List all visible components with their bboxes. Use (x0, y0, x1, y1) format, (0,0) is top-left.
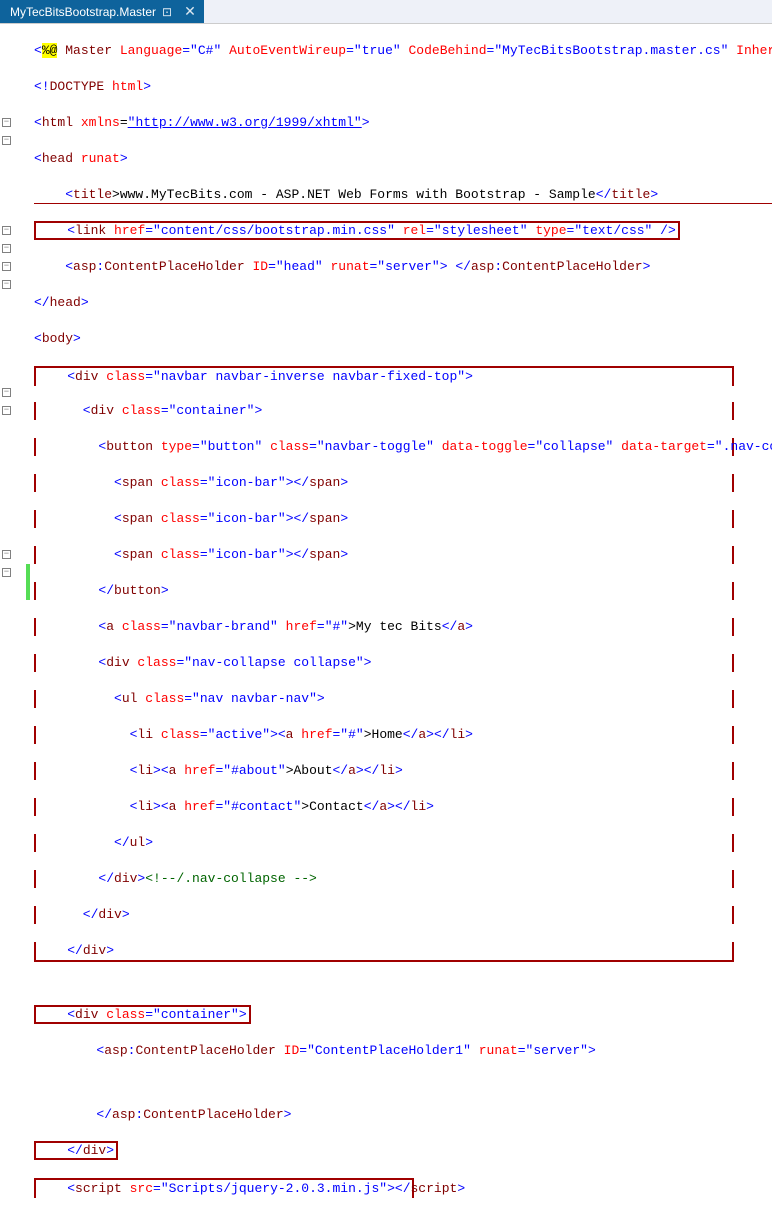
code-line: <body> (34, 330, 772, 348)
fold-toggle[interactable]: − (2, 568, 11, 577)
fold-toggle[interactable]: − (2, 262, 11, 271)
highlight-box: <div class="navbar navbar-inverse navbar… (34, 366, 734, 386)
code-line: <script src="Scripts/jquery-2.0.3.min.js… (34, 1178, 772, 1196)
fold-toggle[interactable]: − (2, 226, 11, 235)
code-line: <div class="nav-collapse collapse"> (34, 654, 772, 672)
fold-toggle[interactable]: − (2, 406, 11, 415)
highlight-box: <div class="container"> (34, 1005, 251, 1024)
code-line: <!DOCTYPE html> (34, 78, 772, 96)
pin-icon[interactable]: ⊡ (162, 5, 172, 19)
code-line: <li><a href="#contact">Contact</a></li> (34, 798, 772, 816)
code-line (34, 1078, 772, 1088)
code-line: <%@ Master Language="C#" AutoEventWireup… (34, 42, 772, 60)
code-line: <div class="navbar navbar-inverse navbar… (34, 366, 772, 384)
highlight-box: <link href="content/css/bootstrap.min.cs… (34, 221, 680, 240)
code-line: </div> (34, 906, 772, 924)
tab-title: MyTecBitsBootstrap.Master (10, 5, 156, 19)
fold-toggle[interactable]: − (2, 550, 11, 559)
code-line: <a class="navbar-brand" href="#">My tec … (34, 618, 772, 636)
code-line: <link href="content/css/bootstrap.min.cs… (34, 222, 772, 240)
fold-toggle[interactable]: − (2, 388, 11, 397)
code-line: <li><a href="#about">About</a></li> (34, 762, 772, 780)
fold-toggle[interactable]: − (2, 118, 11, 127)
code-line: <title>www.MyTecBits.com - ASP.NET Web F… (34, 186, 772, 204)
code-line: <button type="button" class="navbar-togg… (34, 438, 772, 456)
fold-toggle[interactable]: − (2, 136, 11, 145)
fold-toggle[interactable]: − (2, 280, 11, 289)
fold-toggle[interactable]: − (2, 244, 11, 253)
highlight-box: </div> (34, 1141, 118, 1160)
code-line: <asp:ContentPlaceHolder ID="ContentPlace… (34, 1042, 772, 1060)
code-line: </div><!--/.nav-collapse --> (34, 870, 772, 888)
highlight-box: <script src="Scripts/jquery-2.0.3.min.js… (34, 1178, 414, 1198)
code-line: </head> (34, 294, 772, 312)
code-line: <span class="icon-bar"></span> (34, 510, 772, 528)
code-line: <li class="active"><a href="#">Home</a><… (34, 726, 772, 744)
code-line: <head runat> (34, 150, 772, 168)
code-line: <html xmlns="http://www.w3.org/1999/xhtm… (34, 114, 772, 132)
file-tab[interactable]: MyTecBitsBootstrap.Master ⊡ ✕ (0, 0, 204, 23)
code-line (34, 978, 772, 988)
code-editor[interactable]: − − − − − − − − − − <%@ Master Language="C#" Auto… (0, 24, 772, 603)
code-line: <asp:ContentPlaceHolder ID="head" runat=… (34, 258, 772, 276)
code-line: </asp:ContentPlaceHolder> (34, 1106, 772, 1124)
code-line: <span class="icon-bar"></span> (34, 546, 772, 564)
code-line: <span class="icon-bar"></span> (34, 474, 772, 492)
tab-bar: MyTecBitsBootstrap.Master ⊡ ✕ (0, 0, 772, 24)
close-icon[interactable]: ✕ (184, 3, 196, 20)
gutter: − − − − − − − − − − (0, 24, 30, 603)
code-area[interactable]: <%@ Master Language="C#" AutoEventWireup… (30, 24, 772, 603)
code-line: </div> (34, 942, 772, 960)
code-line: <div class="container"> (34, 402, 772, 420)
code-line: </button> (34, 582, 772, 600)
code-line: </div> (34, 1142, 772, 1160)
code-line: <ul class="nav navbar-nav"> (34, 690, 772, 708)
code-line: <div class="container"> (34, 1006, 772, 1024)
code-line: </ul> (34, 834, 772, 852)
